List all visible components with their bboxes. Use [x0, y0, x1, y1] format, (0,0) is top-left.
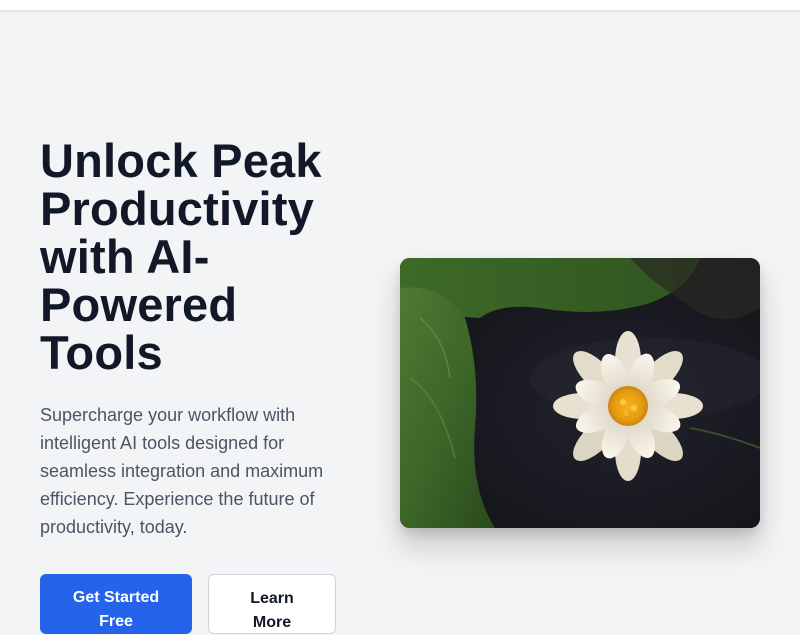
get-started-button[interactable]: Get Started Free [40, 574, 192, 634]
top-navigation-bar [0, 0, 800, 10]
hero-section: Unlock Peak Productivity with AI-Powered… [0, 10, 800, 634]
learn-more-button[interactable]: Learn More [208, 574, 336, 634]
hero-title: Unlock Peak Productivity with AI-Powered… [40, 134, 322, 379]
hero-description: Supercharge your workflow with intellige… [40, 405, 324, 537]
hero-image [400, 258, 760, 528]
water-lily-photo [400, 258, 760, 528]
